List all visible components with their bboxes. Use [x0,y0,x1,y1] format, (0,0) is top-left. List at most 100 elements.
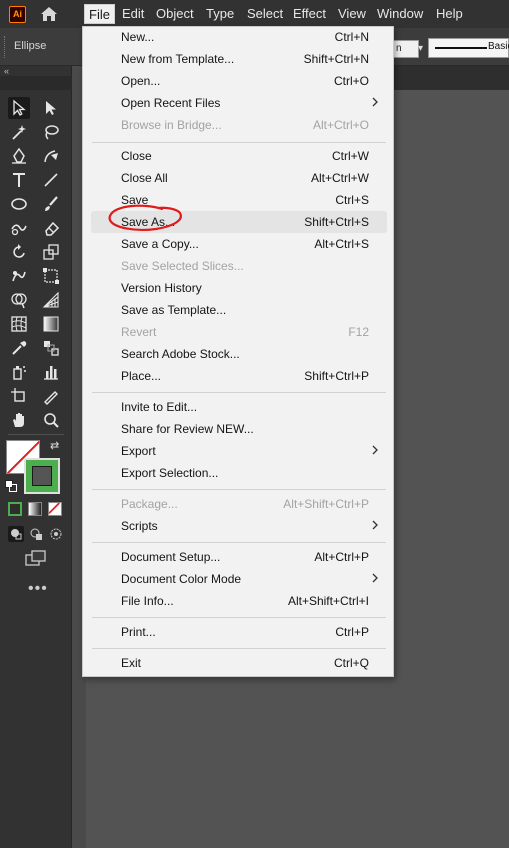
slice-tool-icon[interactable] [40,385,62,407]
menu-file[interactable]: File [84,4,115,24]
home-icon[interactable] [39,5,59,23]
paintbrush-tool-icon[interactable] [40,193,62,215]
menu-item-new[interactable]: New... Ctrl+N [91,26,387,48]
chevron-right-icon [372,97,378,107]
menu-item-close-all[interactable]: Close All Alt+Ctrl+W [91,167,387,189]
mesh-tool-icon[interactable] [8,313,30,335]
menu-item-shortcut: F12 [348,325,369,339]
screen-mode-icon[interactable] [25,550,47,568]
swap-fill-stroke-icon[interactable]: ⇄ [50,440,62,452]
shape-builder-tool-icon[interactable] [8,289,30,311]
tools-panel-header[interactable] [0,76,72,90]
draw-inside-icon[interactable] [48,526,64,542]
menu-item-close[interactable]: Close Ctrl+W [91,145,387,167]
menu-item-invite-to-edit[interactable]: Invite to Edit... [91,396,387,418]
menu-item-export-selection[interactable]: Export Selection... [91,462,387,484]
menu-item-label: Browse in Bridge... [121,118,222,132]
shaper-tool-icon[interactable] [8,217,30,239]
stroke-weight-dropdown[interactable]: n [393,40,419,58]
menu-item-shortcut: Alt+Ctrl+P [314,550,369,564]
column-graph-tool-icon[interactable] [40,361,62,383]
menu-item-exit[interactable]: Exit Ctrl+Q [91,652,387,674]
zoom-tool-icon[interactable] [40,409,62,431]
rotate-tool-icon[interactable] [8,241,30,263]
hand-tool-icon[interactable] [8,409,30,431]
perspective-grid-tool-icon[interactable] [40,289,62,311]
menu-item-shortcut: Ctrl+W [332,149,369,163]
lasso-tool-icon[interactable] [40,121,62,143]
more-tools-icon[interactable]: ••• [28,581,47,597]
control-bar-grip[interactable] [4,36,9,58]
menu-item-print[interactable]: Print... Ctrl+P [91,621,387,643]
default-fill-stroke-icon[interactable] [5,480,17,492]
menu-object[interactable]: Object [152,4,198,24]
type-tool-icon[interactable] [8,169,30,191]
menu-item-label: Save a Copy... [121,237,199,251]
menu-item-shortcut: Ctrl+S [335,193,369,207]
selection-tool-icon[interactable] [8,97,30,119]
menu-item-label: Exit [121,656,142,670]
menu-item-shortcut: Shift+Ctrl+S [304,215,369,229]
menu-item-place[interactable]: Place... Shift+Ctrl+P [91,365,387,387]
draw-behind-icon[interactable] [28,526,44,542]
menu-item-new-from-template[interactable]: New from Template... Shift+Ctrl+N [91,48,387,70]
collapse-panel-icon[interactable]: « [4,66,9,76]
menu-edit[interactable]: Edit [118,4,148,24]
chevron-right-icon [372,573,378,583]
direct-selection-tool-icon[interactable] [40,97,62,119]
menu-item-scripts[interactable]: Scripts [91,515,387,537]
stroke-swatch[interactable] [24,458,60,494]
chevron-down-icon[interactable]: ▾ [418,40,428,58]
menu-effect[interactable]: Effect [289,4,330,24]
line-segment-tool-icon[interactable] [40,169,62,191]
color-mode-icon[interactable] [8,502,22,516]
menu-item-browse-in-bridge: Browse in Bridge... Alt+Ctrl+O [91,114,387,136]
menu-item-label: Close All [121,171,168,185]
menu-item-shortcut: Ctrl+Q [333,656,369,670]
symbol-sprayer-tool-icon[interactable] [8,361,30,383]
eraser-tool-icon[interactable] [40,217,62,239]
menu-item-save-as-template[interactable]: Save as Template... [91,299,387,321]
artboard-tool-icon[interactable] [8,385,30,407]
menu-item-export[interactable]: Export [91,440,387,462]
menu-item-save-a-copy[interactable]: Save a Copy... Alt+Ctrl+S [91,233,387,255]
menu-separator [92,542,386,543]
menu-item-shortcut: Ctrl+P [335,625,369,639]
menu-item-open-recent-files[interactable]: Open Recent Files [91,92,387,114]
menu-separator [92,489,386,490]
menu-item-shortcut: Alt+Ctrl+W [310,171,369,185]
menu-item-share-for-review[interactable]: Share for Review NEW... [91,418,387,440]
curvature-tool-icon[interactable] [40,145,62,167]
free-transform-tool-icon[interactable] [40,265,62,287]
ellipse-tool-icon[interactable] [8,193,30,215]
stroke-swatch-inner [32,466,52,486]
menu-item-label: Save Selected Slices... [121,259,244,273]
menu-type[interactable]: Type [202,4,238,24]
stroke-profile-dropdown[interactable]: Basic [428,38,509,58]
scale-tool-icon[interactable] [40,241,62,263]
menu-select[interactable]: Select [243,4,287,24]
gradient-tool-icon[interactable] [40,313,62,335]
gradient-mode-icon[interactable] [28,502,42,516]
blend-tool-icon[interactable] [40,337,62,359]
menu-item-search-adobe-stock[interactable]: Search Adobe Stock... [91,343,387,365]
menu-window[interactable]: Window [373,4,427,24]
chevron-right-icon [372,520,378,530]
pen-tool-icon[interactable] [8,145,30,167]
menu-item-label: Invite to Edit... [121,400,198,414]
menu-item-document-setup[interactable]: Document Setup... Alt+Ctrl+P [91,546,387,568]
menu-help[interactable]: Help [432,4,467,24]
magic-wand-icon[interactable] [8,121,30,143]
menu-item-label: Share for Review NEW... [121,422,254,436]
draw-normal-icon[interactable] [8,526,24,542]
menu-view[interactable]: View [334,4,370,24]
menu-item-open[interactable]: Open... Ctrl+O [91,70,387,92]
menu-item-document-color-mode[interactable]: Document Color Mode [91,568,387,590]
menu-item-label: Export [121,444,156,458]
menu-item-label: Print... [121,625,156,639]
menu-item-version-history[interactable]: Version History [91,277,387,299]
eyedropper-tool-icon[interactable] [8,337,30,359]
menu-item-file-info[interactable]: File Info... Alt+Shift+Ctrl+I [91,590,387,612]
none-mode-icon[interactable] [48,502,62,516]
warp-tool-icon[interactable] [8,265,30,287]
